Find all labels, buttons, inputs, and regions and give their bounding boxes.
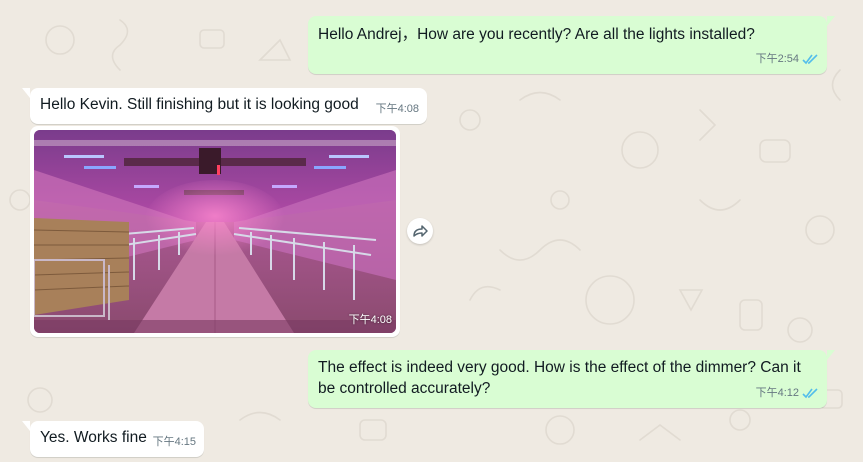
bubble-tail: [22, 88, 30, 98]
forward-button[interactable]: [407, 218, 433, 244]
message-text: Hello Andrej，How are you recently? Are a…: [318, 26, 755, 43]
double-check-icon: [802, 54, 818, 65]
message-meta: 下午4:15: [153, 432, 196, 453]
message-time: 下午4:08: [375, 103, 419, 115]
message-bubble-incoming[interactable]: Hello Kevin. Still finishing but it is l…: [22, 88, 427, 124]
message-time: 下午4:12: [755, 387, 799, 399]
message-bubble-incoming[interactable]: Yes. Works fine 下午4:15: [22, 421, 204, 457]
message-meta: 下午2:54: [756, 49, 819, 70]
message-text: Hello Kevin. Still finishing but it is l…: [40, 96, 359, 113]
forward-icon: [413, 225, 428, 237]
message-time: 下午2:54: [755, 53, 799, 65]
double-check-icon: [802, 388, 818, 399]
bubble-tail: [22, 421, 30, 431]
message-image[interactable]: [34, 130, 396, 333]
bubble-tail: [827, 16, 835, 26]
message-bubble-outgoing[interactable]: Hello Andrej，How are you recently? Are a…: [308, 16, 835, 74]
message-bubble-outgoing[interactable]: The effect is indeed very good. How is t…: [308, 350, 835, 408]
image-time: 下午4:08: [348, 314, 392, 326]
barn-lights-photo: [34, 130, 396, 333]
message-text: The effect is indeed very good. How is t…: [318, 359, 801, 397]
message-text: Yes. Works fine: [40, 429, 147, 446]
message-meta: 下午4:08: [376, 99, 419, 120]
message-bubble-image[interactable]: 下午4:08: [30, 126, 400, 337]
message-meta: 下午4:12: [756, 383, 819, 404]
bubble-tail: [827, 350, 835, 360]
message-time: 下午4:15: [152, 436, 196, 448]
